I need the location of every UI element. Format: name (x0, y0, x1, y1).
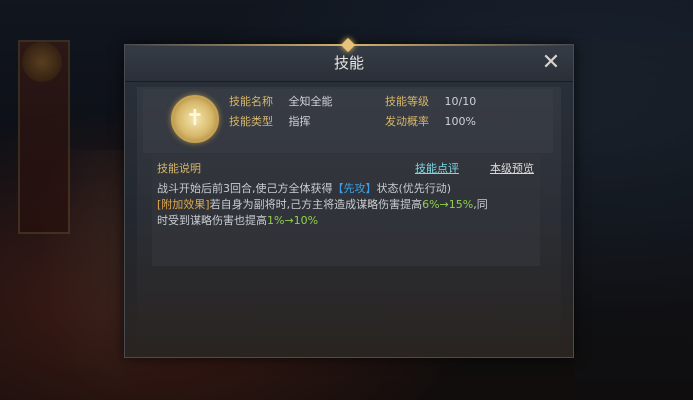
close-icon[interactable]: ✕ (539, 51, 563, 75)
skill-rate-label: 发动概率 (385, 115, 429, 128)
line2-value: 6%→15% (422, 198, 474, 211)
dialog-title: 技能 (333, 54, 364, 72)
skill-name-row: 技能名称 全知全能 (229, 93, 333, 109)
skill-level-row: 技能等级 10/10 (385, 93, 476, 109)
game-scene: 技能 ✕ ✝ 技能名称 全知全能 技能类型 指挥 技能等级 10/10 发动概率… (0, 0, 693, 400)
skill-level-label: 技能等级 (385, 95, 429, 108)
skill-rate-value: 100% (444, 115, 476, 128)
keyword-first-strike: 【先攻】 (332, 182, 377, 195)
line1-suffix: 状态(优先行动) (376, 182, 452, 195)
line2-text: 若自身为副将时,己方主将造成谋略伤害提高 (209, 198, 423, 211)
skill-rate-row: 发动概率 100% (385, 113, 476, 129)
winged-figure-icon: ✝ (171, 95, 219, 143)
skill-type-label: 技能类型 (229, 115, 273, 128)
skill-icon-glyph: ✝ (185, 106, 205, 131)
skill-level-value: 10/10 (444, 95, 477, 108)
line3-text: 时受到谋略伤害也提高 (157, 214, 267, 227)
bonus-effect-label: [附加效果] (157, 198, 210, 211)
description-line-3: 时受到谋略伤害也提高1%→10% (157, 212, 318, 228)
description-header: 技能说明 (157, 162, 201, 175)
skill-name-value: 全知全能 (288, 95, 333, 108)
tab-level-preview[interactable]: 本级预览 (490, 160, 534, 176)
description-line-1: 战斗开始后前3回合,使己方全体获得【先攻】状态(优先行动) (157, 180, 451, 196)
skill-type-row: 技能类型 指挥 (229, 113, 311, 129)
dialog-header: 技能 ✕ (125, 37, 573, 82)
tab-skill-review[interactable]: 技能点评 (415, 160, 459, 176)
skill-name-label: 技能名称 (229, 95, 273, 108)
skill-info-box: ✝ (143, 89, 553, 153)
line3-value: 1%→10% (267, 214, 319, 227)
description-line-2: [附加效果]若自身为副将时,己方主将造成谋略伤害提高6%→15%,同 (157, 196, 488, 212)
line2-tail: ,同 (473, 198, 488, 211)
skill-type-value: 指挥 (288, 115, 311, 128)
line1-prefix: 战斗开始后前3回合,使己方全体获得 (157, 182, 333, 195)
